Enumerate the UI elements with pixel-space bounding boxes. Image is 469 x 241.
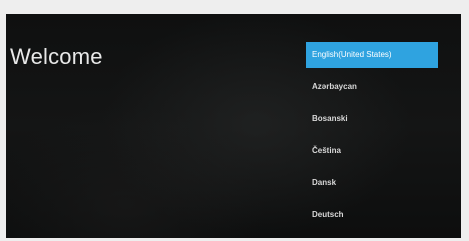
language-item-bosanski[interactable]: Bosanski — [306, 106, 438, 132]
language-item-azerbaycan[interactable]: Azərbaycan — [306, 74, 438, 100]
language-label: Dansk — [312, 178, 337, 187]
language-list[interactable]: English(United States) Azərbaycan Bosans… — [306, 42, 438, 234]
language-item-deutsch[interactable]: Deutsch — [306, 202, 438, 228]
language-item-cestina[interactable]: Čeština — [306, 138, 438, 164]
language-label: Deutsch — [312, 210, 344, 219]
tv-frame: Welcome English(United States) Azərbayca… — [0, 0, 469, 241]
tv-screen: Welcome English(United States) Azərbayca… — [6, 14, 461, 238]
language-label: Čeština — [312, 146, 341, 155]
language-label: English(United States) — [312, 50, 392, 59]
language-item-dansk[interactable]: Dansk — [306, 170, 438, 196]
language-item-english[interactable]: English(United States) — [306, 42, 438, 68]
language-label: Bosanski — [312, 114, 348, 123]
language-label: Azərbaycan — [312, 82, 357, 91]
welcome-title: Welcome — [10, 44, 103, 69]
